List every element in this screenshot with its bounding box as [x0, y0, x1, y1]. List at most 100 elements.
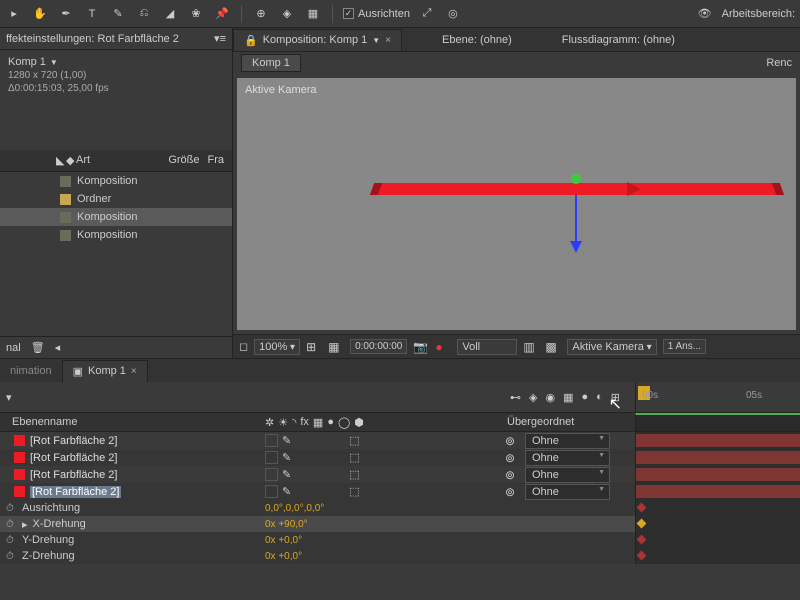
- workspace-label[interactable]: Arbeitsbereich:: [722, 8, 795, 20]
- brush-tool-icon[interactable]: ✎: [109, 5, 127, 23]
- z-axis-arrow-icon[interactable]: [570, 241, 582, 253]
- switch[interactable]: [265, 434, 278, 447]
- property-value[interactable]: 0x +0,0°: [265, 535, 495, 546]
- property-row[interactable]: ⏱Y-Drehung 0x +0,0°: [0, 532, 800, 548]
- keyframe-icon[interactable]: [637, 551, 647, 561]
- property-value[interactable]: 0x +90,0°: [265, 519, 495, 530]
- safe-zones-icon[interactable]: ⊞: [306, 340, 322, 354]
- layer-tab[interactable]: Ebene: (ohne): [432, 30, 522, 50]
- roto-tool-icon[interactable]: ❀: [187, 5, 205, 23]
- layer-row[interactable]: [Rot Farbfläche 2] ✎⬚ ⊚Ohne: [0, 466, 800, 483]
- stopwatch-icon[interactable]: ⏱: [6, 535, 17, 546]
- puppet-tool-icon[interactable]: 📌: [213, 5, 231, 23]
- camera-dropdown[interactable]: Aktive Kamera ▾: [567, 339, 656, 355]
- mask-icon[interactable]: ▦: [328, 340, 344, 354]
- property-value[interactable]: 0x +0,0°: [265, 551, 495, 562]
- layer-row[interactable]: [Rot Farbfläche 2] ✎⬚ ⊚Ohne: [0, 432, 800, 449]
- project-item[interactable]: Ordner: [0, 190, 232, 208]
- bpc-label[interactable]: nal: [6, 342, 21, 354]
- property-value[interactable]: 0,0°,0,0°,0,0°: [265, 503, 495, 514]
- search-dropdown[interactable]: ▾: [6, 391, 12, 404]
- cube-icon[interactable]: ⬚: [349, 485, 359, 498]
- keyframe-icon[interactable]: [637, 535, 647, 545]
- roi-icon[interactable]: ▥: [523, 340, 539, 354]
- current-time[interactable]: 0:00:00:00: [350, 339, 407, 354]
- stopwatch-icon[interactable]: ⏱: [6, 503, 17, 514]
- parent-dropdown[interactable]: Ohne: [525, 467, 610, 483]
- cube-icon[interactable]: ⬚: [349, 434, 359, 447]
- shy-icon[interactable]: ⊷: [510, 391, 521, 404]
- time-ruler[interactable]: 00s 05s: [635, 382, 800, 412]
- axis-local-icon[interactable]: ⊕: [252, 5, 270, 23]
- keyframe-icon[interactable]: [637, 519, 647, 529]
- size-column[interactable]: Größe: [164, 152, 203, 169]
- close-icon[interactable]: ×: [131, 366, 137, 377]
- comp-title[interactable]: Komp 1 ▼: [8, 56, 224, 68]
- keynav-icon[interactable]: ▸: [22, 518, 28, 531]
- panel-menu-icon[interactable]: ▾≡: [214, 32, 226, 45]
- cube-icon[interactable]: ⬚: [349, 451, 359, 464]
- motion-blur-icon[interactable]: ◉: [545, 391, 555, 404]
- eraser-tool-icon[interactable]: ◢: [161, 5, 179, 23]
- trash-icon[interactable]: 🗑: [31, 341, 45, 354]
- pickwhip-icon[interactable]: ⊚: [505, 468, 519, 482]
- project-item[interactable]: Komposition: [0, 208, 232, 226]
- text-tool-icon[interactable]: T: [83, 5, 101, 23]
- graph-icon[interactable]: ▦: [563, 391, 573, 404]
- fr-column[interactable]: Fra: [204, 152, 229, 169]
- label-column-icon[interactable]: ◣: [52, 152, 62, 169]
- search-icon[interactable]: 👁: [696, 5, 714, 23]
- parent-dropdown[interactable]: Ohne: [525, 450, 610, 466]
- parent-dropdown[interactable]: Ohne: [525, 484, 610, 500]
- switch[interactable]: [265, 485, 278, 498]
- layer-row[interactable]: [Rot Farbfläche 2] ✎⬚ ⊚Ohne: [0, 449, 800, 466]
- switch[interactable]: [265, 468, 278, 481]
- composition-view[interactable]: Aktive Kamera: [237, 78, 796, 330]
- always-preview-icon[interactable]: ◻: [239, 340, 248, 353]
- pickwhip-icon[interactable]: ⊚: [505, 434, 519, 448]
- views-dropdown[interactable]: 1 Ans...: [663, 339, 706, 354]
- stopwatch-icon[interactable]: ⏱: [6, 519, 17, 530]
- timeline-comp-tab[interactable]: ▣ Komp 1 ×: [62, 360, 148, 382]
- layer-bar[interactable]: [636, 434, 800, 447]
- type-column[interactable]: Art: [72, 152, 164, 169]
- project-item[interactable]: Komposition: [0, 226, 232, 244]
- snapshot-icon[interactable]: 📷: [413, 340, 429, 354]
- hand-tool-icon[interactable]: ✋: [31, 5, 49, 23]
- comp-tab[interactable]: 🔒 Komposition: Komp 1 ▼ ×: [233, 29, 402, 51]
- snap-toggle[interactable]: Ausrichten: [343, 8, 410, 20]
- clone-tool-icon[interactable]: ⎌: [135, 5, 153, 23]
- pickwhip-icon[interactable]: ⊚: [505, 485, 519, 499]
- selection-tool-icon[interactable]: ▸: [5, 5, 23, 23]
- parent-column[interactable]: Übergeordnet: [495, 416, 635, 428]
- frame-blend-icon[interactable]: ◈: [529, 391, 537, 404]
- pickwhip-icon[interactable]: ⊚: [505, 451, 519, 465]
- layer-row[interactable]: [Rot Farbfläche 2] ✎⬚ ⊚Ohne: [0, 483, 800, 500]
- layer-bar[interactable]: [636, 485, 800, 498]
- parent-dropdown[interactable]: Ohne: [525, 433, 610, 449]
- axis-view-icon[interactable]: ▦: [304, 5, 322, 23]
- channel-icon[interactable]: ●: [435, 340, 451, 354]
- stopwatch-icon[interactable]: ⏱: [6, 551, 17, 562]
- transparency-icon[interactable]: ▩: [545, 340, 561, 354]
- animation-tab[interactable]: nimation: [0, 361, 62, 381]
- close-icon[interactable]: ×: [385, 35, 391, 46]
- layer-bar[interactable]: [636, 451, 800, 464]
- project-item[interactable]: Komposition: [0, 172, 232, 190]
- property-row[interactable]: ⏱▸X-Drehung 0x +90,0°: [0, 516, 800, 532]
- brainstorm-icon[interactable]: ●: [581, 391, 588, 404]
- keyframe-icon[interactable]: [637, 503, 647, 513]
- resolution-dropdown[interactable]: Voll: [457, 339, 517, 355]
- snap-edge-icon[interactable]: ⤢: [418, 5, 436, 23]
- property-row[interactable]: ⏱Ausrichtung 0,0°,0,0°,0,0°: [0, 500, 800, 516]
- comp-subtab[interactable]: Komp 1: [241, 54, 301, 72]
- zoom-dropdown[interactable]: 100% ▾: [254, 339, 300, 355]
- y-axis-handle-icon[interactable]: [571, 174, 581, 184]
- flowchart-tab[interactable]: Flussdiagramm: (ohne): [552, 30, 685, 50]
- tag-column-icon[interactable]: ◆: [62, 152, 72, 169]
- solid-layer[interactable]: [377, 183, 777, 195]
- pen-tool-icon[interactable]: ✒: [57, 5, 75, 23]
- layer-name-column[interactable]: Ebenenname: [0, 416, 265, 428]
- switch[interactable]: [265, 451, 278, 464]
- dv-icon[interactable]: ◐: [596, 391, 603, 404]
